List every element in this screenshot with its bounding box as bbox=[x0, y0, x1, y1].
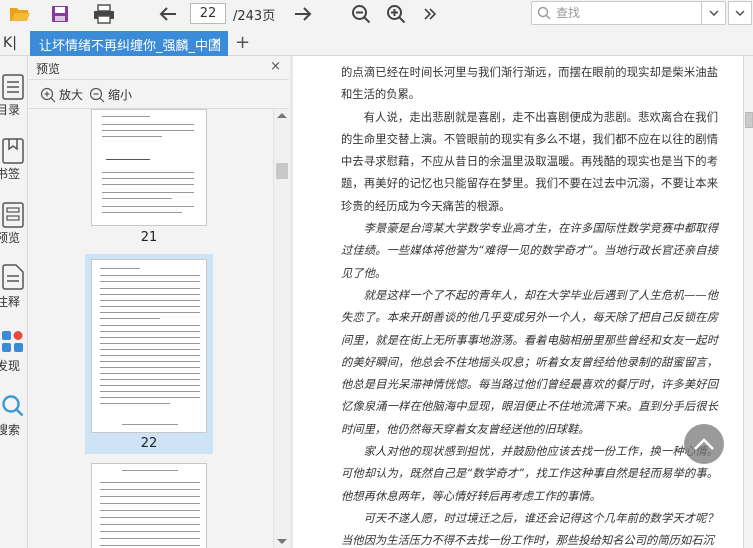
paragraph: 的点滴已经在时间长河里与我们渐行渐远，而摆在眼前的现实却是柴米油盐和生活的负累。 bbox=[341, 66, 718, 102]
more-tools-icon[interactable] bbox=[418, 3, 442, 25]
thumbnail-image bbox=[91, 109, 207, 226]
paragraph: 家人对他的现状感到担忧，并鼓励他应该去找一份工作，换一种心情。可他却认为，既然自… bbox=[341, 445, 718, 503]
document-text: 的点滴已经在时间长河里与我们渐行渐远，而摆在眼前的现实却是柴米油盐和生活的负累。… bbox=[341, 62, 718, 548]
thumbnail-page-21[interactable]: 21 bbox=[85, 109, 213, 249]
sidebar-item-search[interactable]: 搜索 bbox=[0, 394, 28, 454]
search-icon bbox=[537, 6, 551, 20]
sidebar-item-annotations[interactable]: 注释 bbox=[0, 264, 28, 324]
preview-zoom-in-button[interactable]: 放大 bbox=[40, 86, 83, 103]
search-next-button[interactable] bbox=[728, 1, 752, 25]
search-options-button[interactable] bbox=[701, 2, 725, 24]
annotation-icon bbox=[2, 264, 24, 290]
add-tab-button[interactable]: + bbox=[235, 32, 250, 53]
sidebar-item-label: 目录 bbox=[0, 103, 21, 117]
page-number-input[interactable] bbox=[190, 3, 226, 24]
page-total: /243页 bbox=[233, 9, 276, 24]
scroll-down-icon[interactable] bbox=[277, 539, 287, 544]
preview-panel: 预览 × 放大 缩小 21 22 bbox=[29, 56, 289, 548]
paragraph: 可天不遂人愿，时过境迁之后，谁还会记得这个几年前的数学天才呢？当他因为生活压力不… bbox=[341, 511, 718, 548]
collapse-sidebar-button[interactable]: K| bbox=[0, 33, 20, 53]
discover-icon bbox=[2, 331, 23, 352]
zoom-in-label: 放大 bbox=[59, 88, 84, 102]
bookmark-icon bbox=[2, 138, 24, 164]
sidebar-item-preview[interactable]: 预览 bbox=[0, 202, 28, 262]
close-icon[interactable]: × bbox=[211, 35, 222, 50]
left-sidebar: 目录 书签 预览 注释 发现 搜索 bbox=[0, 56, 28, 548]
preview-title: 预览 bbox=[36, 62, 61, 76]
search-box bbox=[531, 1, 726, 25]
thumbnail-list: 21 22 bbox=[29, 109, 274, 548]
sidebar-item-label: 搜索 bbox=[0, 423, 21, 437]
thumbnail-number: 22 bbox=[140, 436, 158, 451]
paragraph: 就是这样一个了不起的青年人，却在大学毕业后遇到了人生危机——他失恋了。本来开朗善… bbox=[341, 288, 718, 436]
preview-zoom-out-button[interactable]: 缩小 bbox=[89, 86, 132, 103]
next-page-icon[interactable] bbox=[291, 3, 315, 25]
thumbnail-image bbox=[91, 463, 207, 548]
toc-icon bbox=[2, 74, 24, 100]
zoom-out-icon bbox=[89, 87, 105, 102]
zoom-in-icon[interactable] bbox=[384, 3, 408, 25]
tab-bar: K| 让坏情绪不再纠缠你_强麟_中国 × + bbox=[0, 29, 753, 56]
scrollbar-thumb[interactable] bbox=[276, 163, 288, 179]
document-area: 的点滴已经在时间长河里与我们渐行渐远，而摆在眼前的现实却是柴米油盐和生活的负累。… bbox=[290, 56, 753, 548]
close-icon[interactable]: × bbox=[270, 59, 281, 74]
zoom-out-label: 缩小 bbox=[108, 88, 133, 102]
prev-page-icon[interactable] bbox=[156, 3, 180, 25]
sidebar-item-discover[interactable]: 发现 bbox=[0, 330, 28, 390]
document-tab[interactable]: 让坏情绪不再纠缠你_强麟_中国 × bbox=[30, 31, 228, 56]
paragraph: 李景豪是台湾某大学数学专业高才生，在许多国际性数学竞赛中都取得过佳绩。一些媒体将… bbox=[341, 222, 718, 280]
back-to-top-button[interactable] bbox=[684, 424, 724, 464]
scroll-up-icon[interactable] bbox=[277, 113, 287, 118]
zoom-out-icon[interactable] bbox=[349, 3, 373, 25]
chevron-down-icon bbox=[708, 10, 719, 16]
sidebar-item-label: 预览 bbox=[0, 231, 21, 245]
thumbnail-image bbox=[91, 259, 207, 433]
thumbnail-number: 21 bbox=[140, 230, 158, 245]
search-input[interactable] bbox=[556, 5, 696, 21]
preview-icon bbox=[2, 202, 24, 228]
sidebar-item-label: 注释 bbox=[0, 295, 21, 309]
preview-scrollbar[interactable] bbox=[273, 109, 289, 548]
collapse-icon: K| bbox=[3, 35, 17, 51]
thumbnail-page-22[interactable]: 22 bbox=[85, 254, 213, 454]
document-scrollbar[interactable] bbox=[743, 56, 753, 548]
search-icon bbox=[2, 395, 24, 417]
chevron-up-icon bbox=[694, 438, 714, 450]
sidebar-item-label: 书签 bbox=[0, 167, 21, 181]
toolbar: /243页 bbox=[0, 0, 753, 28]
open-folder-icon[interactable] bbox=[8, 3, 32, 25]
sidebar-item-bookmark[interactable]: 书签 bbox=[0, 138, 28, 198]
save-icon[interactable] bbox=[48, 3, 72, 25]
preview-header: 预览 × bbox=[29, 56, 289, 80]
scrollbar-thumb[interactable] bbox=[745, 112, 753, 128]
tab-title: 让坏情绪不再纠缠你_强麟_中国 bbox=[39, 39, 222, 54]
sidebar-item-label: 发现 bbox=[0, 359, 21, 373]
zoom-in-icon bbox=[40, 87, 56, 102]
document-page: 的点滴已经在时间长河里与我们渐行渐远，而摆在眼前的现实却是柴米油盐和生活的负累。… bbox=[293, 56, 743, 548]
thumbnail-page-23[interactable] bbox=[85, 461, 213, 548]
chevron-down-icon bbox=[735, 10, 745, 16]
paragraph: 有人说，走出悲剧就是喜剧，走不出喜剧便成为悲剧。悲欢离合在我们的生命里交替上演。… bbox=[341, 110, 718, 213]
sidebar-item-toc[interactable]: 目录 bbox=[0, 74, 28, 134]
print-icon[interactable] bbox=[92, 3, 116, 25]
